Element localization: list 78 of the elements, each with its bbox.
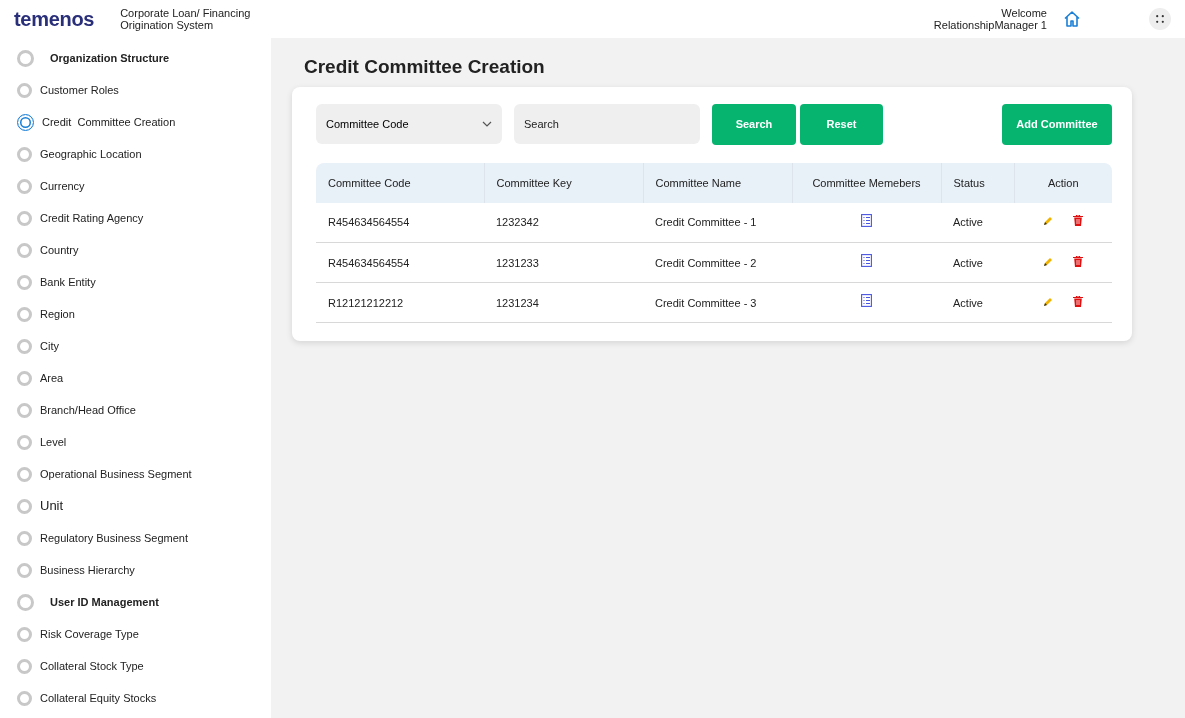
sidebar-item[interactable]: Bank Entity xyxy=(40,273,96,291)
column-header: Committee Name xyxy=(643,162,792,203)
radio-button[interactable] xyxy=(17,434,32,450)
table-cell: R12121212212 xyxy=(316,282,484,323)
document-list-icon[interactable] xyxy=(861,213,872,227)
table-cell: 1231233 xyxy=(484,242,643,283)
table-cell: Credit Committee - 3 xyxy=(643,282,792,323)
sidebar-item[interactable]: Business Hierarchy xyxy=(40,561,135,579)
pencil-icon[interactable] xyxy=(1043,256,1053,267)
table-cell: 1232342 xyxy=(484,202,643,243)
pencil-icon[interactable] xyxy=(1043,296,1053,307)
sidebar-item[interactable]: Risk Coverage Type xyxy=(40,625,139,643)
radio-button[interactable] xyxy=(17,498,32,514)
sidebar-item[interactable]: Geographic Location xyxy=(40,145,142,163)
radio-button[interactable] xyxy=(17,530,32,546)
sidebar-item[interactable]: Regulatory Business Segment xyxy=(40,529,188,547)
radio-button[interactable] xyxy=(17,562,32,578)
sidebar-item[interactable]: Organization Structure xyxy=(50,49,170,67)
sidebar-item[interactable]: Customer Roles xyxy=(40,81,119,99)
radio-button[interactable] xyxy=(17,82,32,98)
sidebar-item[interactable]: Credit Committee Creation xyxy=(42,113,176,131)
radio-button[interactable] xyxy=(17,210,32,226)
radio-button[interactable] xyxy=(17,370,32,386)
document-list-icon[interactable] xyxy=(861,294,872,308)
table-cell: R454634564554 xyxy=(316,202,484,243)
table-cell: Credit Committee - 1 xyxy=(643,202,792,243)
trash-icon[interactable] xyxy=(1073,215,1083,227)
radio-button[interactable] xyxy=(17,593,34,611)
sidebar-item[interactable]: User ID Management xyxy=(50,593,159,611)
search-field[interactable]: Search xyxy=(514,104,700,145)
column-header: Action xyxy=(1014,162,1112,203)
radio-button[interactable] xyxy=(17,626,32,642)
radio-button[interactable] xyxy=(17,466,32,482)
table-cell: Active xyxy=(941,202,1014,243)
table-cell: 1231234 xyxy=(484,282,643,323)
apps-menu-icon[interactable] xyxy=(1149,8,1171,30)
welcome-text: Welcome RelationshipManager 1 xyxy=(933,7,1047,31)
radio-button[interactable] xyxy=(17,658,32,674)
radio-button[interactable] xyxy=(17,49,34,67)
home-icon[interactable] xyxy=(1063,10,1081,28)
sidebar-item[interactable]: Currency xyxy=(40,177,85,195)
table-cell: Active xyxy=(941,242,1014,283)
committee-code-dropdown[interactable]: Committee Code xyxy=(316,104,502,145)
radio-button[interactable] xyxy=(17,113,34,131)
logo: temenos xyxy=(14,7,95,32)
sidebar-item[interactable]: Country xyxy=(40,241,79,259)
column-header: Committee Memebers xyxy=(792,162,941,203)
sidebar-item[interactable]: Operational Business Segment xyxy=(40,465,192,483)
radio-button[interactable] xyxy=(17,338,32,354)
app-title: Corporate Loan/ Financing Origination System xyxy=(120,7,251,31)
column-header: Committee Key xyxy=(484,162,643,203)
radio-button[interactable] xyxy=(17,274,32,290)
document-list-icon[interactable] xyxy=(861,254,872,268)
radio-button[interactable] xyxy=(17,242,32,258)
radio-button[interactable] xyxy=(17,178,32,194)
table-cell: Credit Committee - 2 xyxy=(643,242,792,283)
sidebar-item[interactable]: Region xyxy=(40,305,75,323)
column-header: Status xyxy=(941,162,1014,203)
sidebar-item[interactable]: Unit xyxy=(40,496,64,516)
sidebar-item[interactable]: Level xyxy=(40,433,67,451)
sidebar-item[interactable]: Credit Rating Agency xyxy=(40,209,144,227)
sidebar-item[interactable]: Collateral Stock Type xyxy=(40,657,144,675)
sidebar-item[interactable]: Area xyxy=(40,369,64,387)
table-cell: R454634564554 xyxy=(316,242,484,283)
page-title: Credit Committee Creation xyxy=(304,56,546,79)
radio-button[interactable] xyxy=(17,306,32,322)
pencil-icon[interactable] xyxy=(1043,216,1053,227)
radio-button[interactable] xyxy=(17,690,32,706)
sidebar-item[interactable]: Branch/Head Office xyxy=(40,401,136,419)
column-header: Committee Code xyxy=(316,162,484,203)
radio-button[interactable] xyxy=(17,146,32,162)
trash-icon[interactable] xyxy=(1073,295,1083,307)
sidebar-item[interactable]: Collateral Equity Stocks xyxy=(40,689,157,707)
chevron-down-icon xyxy=(482,121,492,128)
table-cell: Active xyxy=(941,282,1014,323)
trash-icon[interactable] xyxy=(1073,255,1083,267)
sidebar-item[interactable]: City xyxy=(40,337,59,355)
radio-button[interactable] xyxy=(17,402,32,418)
